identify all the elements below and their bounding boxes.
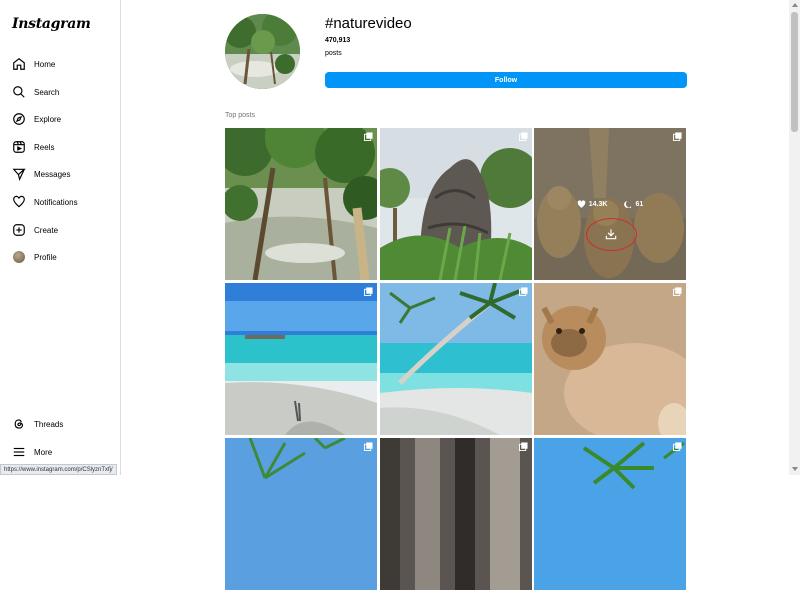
sidebar-item-home[interactable]: Home <box>8 52 114 76</box>
multi-post-icon <box>364 442 373 451</box>
heart-icon <box>577 200 586 208</box>
post-tile-hovered[interactable]: 14.3K 61 <box>534 128 686 280</box>
post-tile[interactable] <box>380 283 532 435</box>
comment-icon <box>624 201 632 209</box>
sidebar-item-explore[interactable]: Explore <box>8 107 114 131</box>
sidebar-item-messages[interactable]: Messages <box>8 162 114 186</box>
threads-icon <box>14 419 24 429</box>
sidebar-item-label: Notifications <box>34 197 78 207</box>
page-title: #naturevideo <box>325 15 412 32</box>
menu-icon <box>13 447 25 457</box>
sidebar-item-label: Reels <box>34 142 55 152</box>
sidebar-item-profile[interactable]: Profile <box>8 245 114 269</box>
reels-icon <box>13 141 25 153</box>
likes-stat: 14.3K <box>577 200 608 209</box>
sidebar-item-label: Create <box>34 225 59 235</box>
sidebar-item-label: Messages <box>34 169 71 179</box>
sidebar-item-search[interactable]: Search <box>8 80 114 104</box>
post-tile[interactable] <box>225 128 377 280</box>
sidebar-item-reels[interactable]: Reels <box>8 135 114 159</box>
posts-label: posts <box>325 50 342 57</box>
post-tile[interactable] <box>380 128 532 280</box>
sidebar-item-label: Home <box>34 59 56 69</box>
post-tile[interactable] <box>534 283 686 435</box>
comments-count: 61 <box>635 201 644 208</box>
home-icon <box>13 58 25 70</box>
search-icon <box>13 86 25 98</box>
hashtag-page: #naturevideo 470,913 posts Follow Top po… <box>121 0 789 590</box>
page-scrollbar[interactable] <box>789 0 800 475</box>
post-stats: 14.3K 61 <box>534 200 686 209</box>
post-count: 470,913 <box>325 37 351 44</box>
avatar <box>13 251 25 263</box>
sidebar-item-threads[interactable]: Threads <box>8 412 114 436</box>
comments-stat: 61 <box>623 200 643 209</box>
post-tile[interactable] <box>225 438 377 590</box>
multi-post-icon <box>673 442 682 451</box>
download-icon[interactable] <box>604 227 618 241</box>
sidebar: Instagram Home Search Explore Reels Mess… <box>0 0 121 475</box>
multi-post-icon <box>364 287 373 296</box>
post-tile[interactable] <box>534 438 686 590</box>
sidebar-item-label: More <box>34 447 53 457</box>
likes-count: 14.3K <box>588 201 608 208</box>
status-url: https://www.instagram.com/p/CSlyznTxfj/ <box>0 464 117 475</box>
multi-post-icon <box>673 132 682 141</box>
post-tile[interactable] <box>380 438 532 590</box>
sidebar-item-more[interactable]: More <box>8 440 114 464</box>
heart-icon <box>13 195 25 208</box>
sidebar-item-label: Threads <box>34 419 64 429</box>
instagram-logo[interactable]: Instagram <box>12 16 91 32</box>
post-tile[interactable] <box>225 283 377 435</box>
plus-square-icon <box>13 224 25 236</box>
scroll-up-arrow-icon[interactable] <box>792 3 798 7</box>
scroll-down-arrow-icon[interactable] <box>792 467 798 471</box>
hashtag-cover-image <box>225 14 300 89</box>
section-heading: Top posts <box>225 112 255 119</box>
multi-post-icon <box>519 132 528 141</box>
sidebar-item-label: Search <box>34 87 60 97</box>
multi-post-icon <box>519 442 528 451</box>
sidebar-item-create[interactable]: Create <box>8 218 114 242</box>
send-icon <box>12 168 26 181</box>
multi-post-icon <box>673 287 682 296</box>
multi-post-icon <box>364 132 373 141</box>
multi-post-icon <box>519 287 528 296</box>
scroll-thumb[interactable] <box>791 12 798 132</box>
sidebar-item-notifications[interactable]: Notifications <box>8 190 114 214</box>
sidebar-item-label: Profile <box>34 252 57 262</box>
sidebar-item-label: Explore <box>34 114 62 124</box>
compass-icon <box>13 113 25 125</box>
follow-button[interactable]: Follow <box>325 72 687 88</box>
